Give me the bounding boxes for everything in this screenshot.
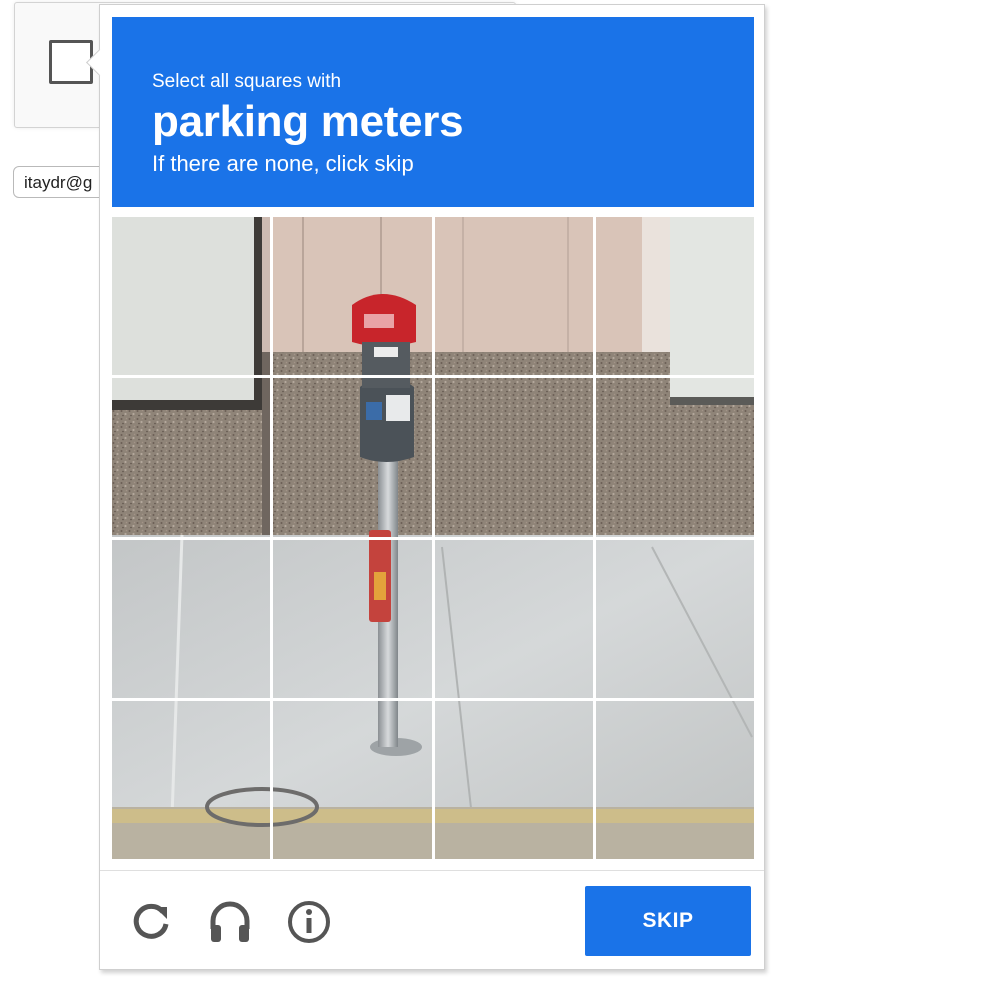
grid-tile-r2-c3[interactable] <box>435 378 593 536</box>
grid-tile-r1-c4[interactable] <box>596 217 754 375</box>
grid-tile-r1-c1[interactable] <box>112 217 270 375</box>
prompt-hint: If there are none, click skip <box>152 151 414 176</box>
grid-tile-r3-c2[interactable] <box>273 540 431 698</box>
challenge-header: Select all squares with parking meters I… <box>112 17 754 207</box>
grid-tile-r1-c2[interactable] <box>273 217 431 375</box>
target-object: parking meters <box>152 97 464 146</box>
reload-icon[interactable] <box>126 897 176 947</box>
grid-tile-r1-c3[interactable] <box>435 217 593 375</box>
grid-tile-r2-c2[interactable] <box>273 378 431 536</box>
captcha-challenge-popup: Select all squares with parking meters I… <box>86 4 765 970</box>
page: itaydr@g Select all squares with parking… <box>0 0 986 1000</box>
grid-tile-r4-c3[interactable] <box>435 701 593 859</box>
grid-tile-r2-c4[interactable] <box>596 378 754 536</box>
grid-tile-r4-c4[interactable] <box>596 701 754 859</box>
info-icon[interactable] <box>284 897 334 947</box>
grid-gutter-horizontal <box>112 536 754 540</box>
image-grid <box>112 217 754 859</box>
grid-tile-r3-c3[interactable] <box>435 540 593 698</box>
grid-tile-r3-c4[interactable] <box>596 540 754 698</box>
headphones-icon[interactable] <box>205 897 255 947</box>
grid-tile-r4-c1[interactable] <box>112 701 270 859</box>
grid-gutter-horizontal <box>112 697 754 701</box>
prompt-intro: Select all squares with <box>152 71 342 92</box>
skip-button[interactable]: SKIP <box>585 886 751 956</box>
grid-tile-r4-c2[interactable] <box>273 701 431 859</box>
grid-gutter-horizontal <box>112 375 754 379</box>
footer-divider <box>100 870 764 871</box>
grid-tile-r3-c1[interactable] <box>112 540 270 698</box>
grid-tile-r2-c1[interactable] <box>112 378 270 536</box>
